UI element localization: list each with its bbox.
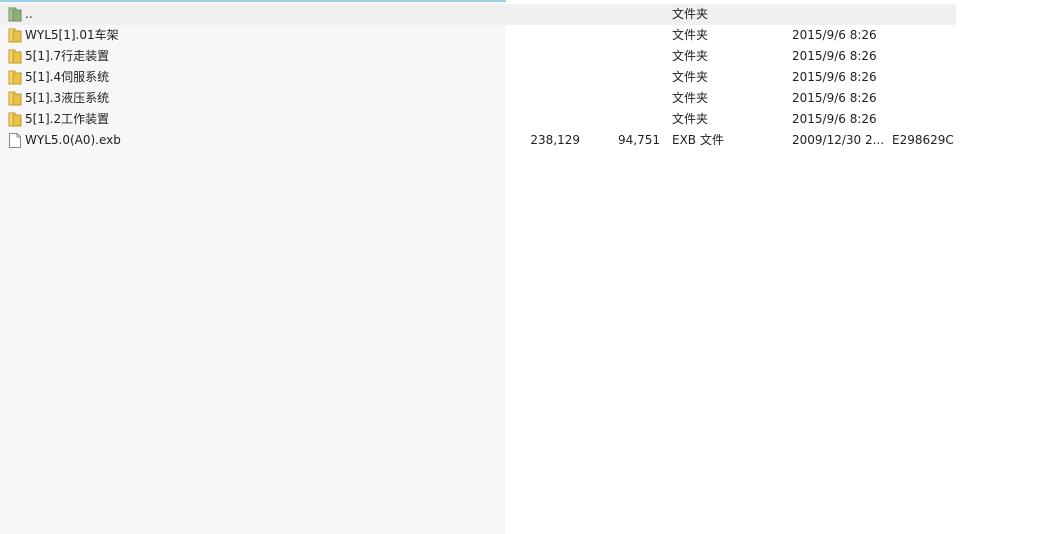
file-icon — [8, 133, 22, 148]
file-name: 5[1].3液压系统 — [25, 91, 110, 105]
file-size — [506, 67, 580, 88]
folder-icon — [8, 28, 22, 43]
file-modified: 2015/9/6 8:26 — [792, 28, 877, 42]
file-type: 文件夹 — [672, 49, 709, 63]
file-size — [506, 46, 580, 67]
focus-border — [0, 0, 506, 2]
file-modified: 2015/9/6 8:26 — [792, 70, 877, 84]
file-size — [506, 109, 580, 130]
file-size: 238,129 — [530, 133, 580, 147]
file-packed-size — [586, 109, 660, 130]
file-name: 5[1].2工作装置 — [25, 112, 110, 126]
list-item-folder[interactable]: 5[1].4伺服系统 文件夹 2015/9/6 8:26 — [0, 67, 956, 88]
file-crc — [892, 109, 956, 130]
list-item-folder[interactable]: 5[1].7行走装置 文件夹 2015/9/6 8:26 — [0, 46, 956, 67]
list-item-folder[interactable]: WYL5[1].01车架 文件夹 2015/9/6 8:26 — [0, 25, 956, 46]
file-modified: 2015/9/6 8:26 — [792, 112, 877, 126]
file-type: EXB 文件 — [672, 133, 724, 147]
archive-window: .. 文件夹 WYL5[1].01车架 文件夹 2015/9/6 8:26 5[… — [0, 0, 1058, 534]
file-modified: 2015/9/6 8:26 — [792, 91, 877, 105]
folder-icon — [8, 49, 22, 64]
file-size — [506, 4, 580, 25]
list-item-folder[interactable]: 5[1].2工作装置 文件夹 2015/9/6 8:26 — [0, 109, 956, 130]
parent-folder-icon — [8, 7, 22, 22]
file-modified: 2015/9/6 8:26 — [792, 49, 877, 63]
file-crc — [892, 67, 956, 88]
file-name: .. — [25, 7, 33, 21]
file-type: 文件夹 — [672, 7, 709, 21]
list-item-parent[interactable]: .. 文件夹 — [0, 4, 956, 25]
file-crc: E298629C — [892, 133, 954, 147]
file-packed-size — [586, 88, 660, 109]
file-type: 文件夹 — [672, 91, 709, 105]
file-size — [506, 88, 580, 109]
file-packed-size — [586, 46, 660, 67]
file-crc — [892, 88, 956, 109]
file-packed-size — [586, 25, 660, 46]
file-packed-size: 94,751 — [618, 133, 660, 147]
file-packed-size — [586, 67, 660, 88]
folder-icon — [8, 91, 22, 106]
list-item-file[interactable]: WYL5.0(A0).exb 238,129 94,751 EXB 文件 200… — [0, 130, 956, 151]
file-name: 5[1].7行走装置 — [25, 49, 110, 63]
file-crc — [892, 4, 956, 25]
file-type: 文件夹 — [672, 28, 709, 42]
file-size — [506, 25, 580, 46]
file-modified — [792, 4, 884, 25]
file-packed-size — [586, 4, 660, 25]
file-crc — [892, 25, 956, 46]
file-name: WYL5[1].01车架 — [25, 28, 119, 42]
folder-icon — [8, 112, 22, 127]
list-item-folder[interactable]: 5[1].3液压系统 文件夹 2015/9/6 8:26 — [0, 88, 956, 109]
file-name: 5[1].4伺服系统 — [25, 70, 110, 84]
file-type: 文件夹 — [672, 112, 709, 126]
file-list: .. 文件夹 WYL5[1].01车架 文件夹 2015/9/6 8:26 5[… — [0, 4, 956, 151]
folder-icon — [8, 70, 22, 85]
file-crc — [892, 46, 956, 67]
file-name: WYL5.0(A0).exb — [25, 133, 121, 147]
file-modified: 2009/12/30 2... — [792, 133, 884, 147]
file-type: 文件夹 — [672, 70, 709, 84]
